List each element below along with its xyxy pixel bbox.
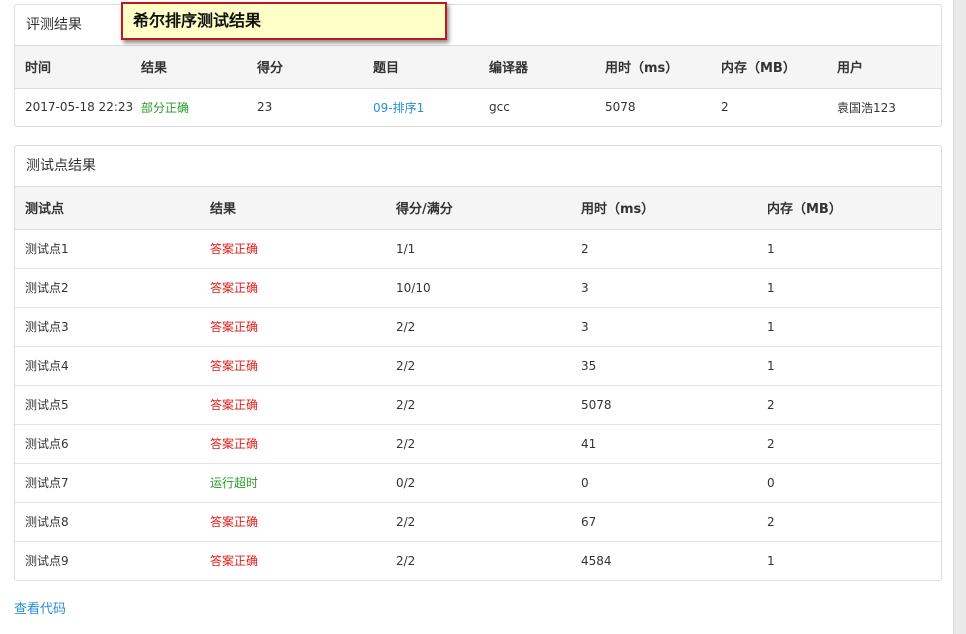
- table-row: 测试点6 答案正确 2/2 41 2: [15, 424, 941, 464]
- test-point-name: 测试点9: [25, 554, 69, 569]
- judge-result-table: 时间 结果 得分 题目 编译器 用时（ms） 内存（MB） 用户 2017-05…: [15, 46, 941, 126]
- test-point-score: 1/1: [386, 229, 571, 269]
- col-test-point: 测试点: [15, 187, 200, 230]
- test-point-name: 测试点7: [15, 463, 200, 503]
- col-test-memory: 内存（MB）: [757, 187, 941, 230]
- result-status: 部分正确: [141, 100, 190, 115]
- table-row: 测试点1 答案正确 1/1 2 1: [15, 229, 941, 269]
- test-point-memory: 2: [757, 424, 941, 464]
- table-row: 测试点9 答案正确 2/2 4584 1: [15, 541, 941, 580]
- test-point-memory: 1: [757, 268, 941, 308]
- score-value: 23: [257, 100, 273, 115]
- test-point-score: 2/2: [386, 424, 571, 464]
- test-point-name: 测试点4: [15, 346, 200, 386]
- test-point-name: 测试点3: [15, 307, 200, 347]
- user-value: 袁国浩123: [837, 100, 896, 115]
- test-point-memory: 1: [757, 346, 941, 386]
- col-test-result: 结果: [200, 187, 386, 230]
- test-point-score: 2/2: [386, 385, 571, 425]
- test-point-result: 答案正确: [200, 346, 386, 386]
- col-test-score: 得分/满分: [386, 187, 571, 230]
- col-user: 用户: [827, 46, 941, 89]
- time-ms-value: 5078: [605, 100, 636, 115]
- col-time: 时间: [15, 46, 131, 89]
- table-row: 测试点2 答案正确 10/10 3 1: [15, 268, 941, 308]
- test-point-score: 2/2: [386, 346, 571, 386]
- memory-value: 2: [721, 100, 729, 115]
- test-point-result: 答案正确: [200, 229, 386, 269]
- col-memory: 内存（MB）: [711, 46, 827, 89]
- test-header-row: 测试点 结果 得分/满分 用时（ms） 内存（MB）: [15, 187, 941, 230]
- test-point-name: 测试点2: [15, 268, 200, 308]
- test-point-name: 测试点1: [15, 229, 200, 269]
- col-test-time: 用时（ms）: [571, 187, 757, 230]
- test-point-time: 41: [571, 424, 757, 464]
- test-point-memory: 2: [757, 502, 941, 542]
- table-row: 测试点5 答案正确 2/2 5078 2: [15, 385, 941, 425]
- test-point-memory: 1: [767, 553, 775, 568]
- test-point-score: 2/2: [386, 502, 571, 542]
- table-row: 测试点7 运行超时 0/2 0 0: [15, 463, 941, 503]
- compiler-value: gcc: [489, 100, 510, 115]
- judge-header-row: 时间 结果 得分 题目 编译器 用时（ms） 内存（MB） 用户: [15, 46, 941, 89]
- test-point-score: 2/2: [386, 307, 571, 347]
- col-problem: 题目: [363, 46, 479, 89]
- right-scroll-edge: [953, 0, 966, 634]
- test-point-time: 3: [571, 268, 757, 308]
- test-point-name: 测试点8: [15, 502, 200, 542]
- test-point-memory: 1: [757, 229, 941, 269]
- test-point-time: 4584: [581, 553, 612, 568]
- test-point-score: 10/10: [386, 268, 571, 308]
- title-banner: 希尔排序测试结果: [121, 2, 447, 40]
- test-point-time: 3: [571, 307, 757, 347]
- test-point-time: 2: [571, 229, 757, 269]
- test-point-score: 2/2: [396, 553, 416, 568]
- submit-time: 2017-05-18 22:23: [25, 100, 134, 115]
- page: 评测结果 时间 结果 得分 题目 编译器 用时（ms） 内存（MB） 用户 20…: [0, 0, 966, 634]
- test-point-result: 答案正确: [200, 424, 386, 464]
- test-point-name: 测试点6: [15, 424, 200, 464]
- col-result: 结果: [131, 46, 247, 89]
- test-point-memory: 1: [757, 307, 941, 347]
- table-row: 测试点3 答案正确 2/2 3 1: [15, 307, 941, 347]
- view-code-link[interactable]: 查看代码: [14, 598, 66, 617]
- test-point-score: 0/2: [386, 463, 571, 503]
- col-score: 得分: [247, 46, 363, 89]
- table-row: 测试点4 答案正确 2/2 35 1: [15, 346, 941, 386]
- test-point-time: 5078: [571, 385, 757, 425]
- test-point-time: 0: [571, 463, 757, 503]
- table-row: 测试点8 答案正确 2/2 67 2: [15, 502, 941, 542]
- test-point-result: 答案正确: [200, 502, 386, 542]
- test-point-result: 运行超时: [200, 463, 386, 503]
- test-point-result: 答案正确: [200, 307, 386, 347]
- test-point-result: 答案正确: [210, 554, 259, 569]
- col-time-ms: 用时（ms）: [595, 46, 711, 89]
- test-results-table: 测试点 结果 得分/满分 用时（ms） 内存（MB） 测试点1 答案正确 1/1 2 1…: [15, 187, 941, 580]
- judge-row: 2017-05-18 22:23 部分正确 23 09-排序1 gcc 5078…: [15, 88, 941, 126]
- problem-link[interactable]: 09-排序1: [363, 88, 479, 126]
- test-results-panel: 测试点结果 测试点 结果 得分/满分 用时（ms） 内存（MB） 测试点1 答案正…: [14, 145, 942, 581]
- test-results-heading: 测试点结果: [15, 146, 941, 187]
- test-point-memory: 2: [757, 385, 941, 425]
- col-compiler: 编译器: [479, 46, 595, 89]
- test-point-memory: 0: [757, 463, 941, 503]
- test-point-name: 测试点5: [15, 385, 200, 425]
- test-point-result: 答案正确: [200, 268, 386, 308]
- test-point-time: 35: [571, 346, 757, 386]
- test-point-time: 67: [571, 502, 757, 542]
- test-point-result: 答案正确: [200, 385, 386, 425]
